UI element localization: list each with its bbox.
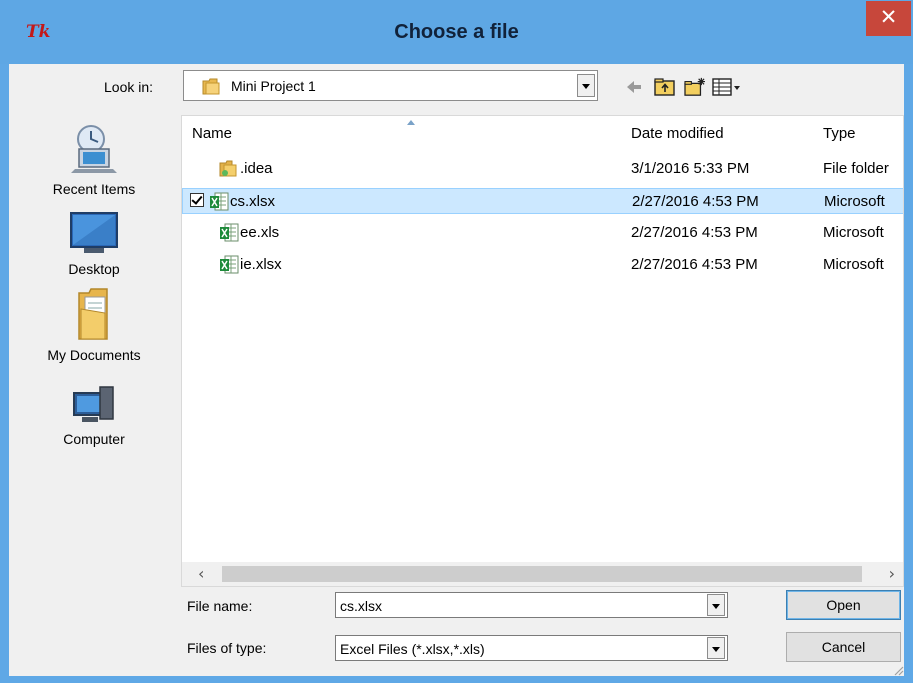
scroll-left-arrow-icon[interactable]: ‹	[198, 564, 204, 583]
file-name-input[interactable]: cs.xlsx	[340, 598, 382, 614]
horizontal-scrollbar[interactable]: ‹ ›	[182, 562, 903, 586]
computer-icon	[73, 386, 114, 422]
row-checkbox[interactable]	[190, 193, 204, 207]
up-folder-icon[interactable]	[654, 77, 676, 97]
place-computer[interactable]: Computer	[9, 385, 179, 447]
excel-file-icon	[210, 192, 229, 211]
look-in-dropdown-button[interactable]	[577, 74, 595, 97]
open-button[interactable]: Open	[786, 590, 901, 620]
back-arrow-icon[interactable]	[625, 77, 643, 97]
places-bar: Recent Items Desktop My Documents Comput…	[9, 115, 179, 580]
resize-grip-icon[interactable]	[892, 664, 904, 676]
file-name: cs.xlsx	[230, 193, 275, 210]
my-documents-icon	[78, 288, 108, 340]
folder-icon	[202, 78, 220, 95]
file-date: 2/27/2016 4:53 PM	[631, 224, 758, 241]
column-header-type[interactable]: Type	[823, 125, 856, 142]
look-in-label: Look in:	[104, 79, 154, 95]
place-desktop[interactable]: Desktop	[9, 211, 179, 277]
file-name: .idea	[240, 160, 273, 177]
close-button[interactable]: ✕	[866, 1, 911, 36]
file-type-select[interactable]: Excel Files (*.xlsx,*.xls)	[335, 635, 728, 661]
file-date: 2/27/2016 4:53 PM	[632, 193, 759, 210]
scrollbar-thumb[interactable]	[222, 566, 862, 582]
place-label: My Documents	[47, 347, 141, 363]
file-name: ee.xls	[240, 224, 280, 241]
file-type: File folder	[823, 160, 889, 177]
excel-file-icon	[220, 223, 239, 242]
place-label: Desktop	[68, 261, 120, 277]
file-type-value: Excel Files (*.xlsx,*.xls)	[340, 641, 485, 657]
file-type-dropdown-button[interactable]	[707, 637, 725, 659]
cancel-button[interactable]: Cancel	[786, 632, 901, 662]
file-row-ee-xls[interactable]: ee.xls 2/27/2016 4:53 PM Microsoft	[182, 220, 903, 246]
place-label: Recent Items	[52, 181, 136, 197]
file-name-label: File name:	[187, 598, 253, 614]
file-type: Microsoft	[823, 224, 884, 241]
file-date: 3/1/2016 5:33 PM	[631, 160, 750, 177]
desktop-icon	[70, 212, 118, 253]
file-name: ie.xlsx	[240, 256, 282, 273]
scroll-right-arrow-icon[interactable]: ›	[889, 564, 895, 583]
place-label: Computer	[63, 431, 125, 447]
look-in-combo[interactable]: Mini Project 1	[183, 70, 598, 101]
recent-items-icon	[71, 125, 117, 173]
window-title: Choose a file	[394, 21, 519, 43]
file-date: 2/27/2016 4:53 PM	[631, 256, 758, 273]
file-type: Microsoft	[824, 193, 885, 210]
file-row-idea[interactable]: .idea 3/1/2016 5:33 PM File folder	[182, 156, 903, 182]
title-bar[interactable]: Tk Choose a file ✕	[0, 0, 913, 64]
column-header-date-modified[interactable]: Date modified	[631, 125, 724, 142]
file-name-dropdown-button[interactable]	[707, 594, 725, 616]
file-row-ie-xlsx[interactable]: ie.xlsx 2/27/2016 4:53 PM Microsoft	[182, 252, 903, 278]
look-in-value: Mini Project 1	[231, 78, 316, 94]
folder-icon	[219, 160, 237, 177]
place-my-documents[interactable]: My Documents	[9, 287, 179, 363]
new-folder-icon[interactable]	[683, 77, 707, 97]
file-dialog-window: Tk Choose a file ✕ Look in: Mini Project…	[0, 0, 913, 683]
excel-file-icon	[220, 255, 239, 274]
dialog-body: Look in: Mini Project 1 Recent Items Des…	[9, 64, 904, 676]
place-recent-items[interactable]: Recent Items	[9, 123, 179, 197]
file-list[interactable]: Name Date modified Type .idea 3/1/2016 5…	[181, 115, 904, 587]
file-type-label: Files of type:	[187, 640, 267, 656]
sort-ascending-icon	[407, 120, 415, 125]
file-name-combo[interactable]: cs.xlsx	[335, 592, 728, 618]
file-type: Microsoft	[823, 256, 884, 273]
column-header-name[interactable]: Name	[192, 125, 232, 142]
view-menu-icon[interactable]	[712, 77, 744, 97]
file-row-cs-xlsx[interactable]: cs.xlsx 2/27/2016 4:53 PM Microsoft	[182, 188, 903, 214]
